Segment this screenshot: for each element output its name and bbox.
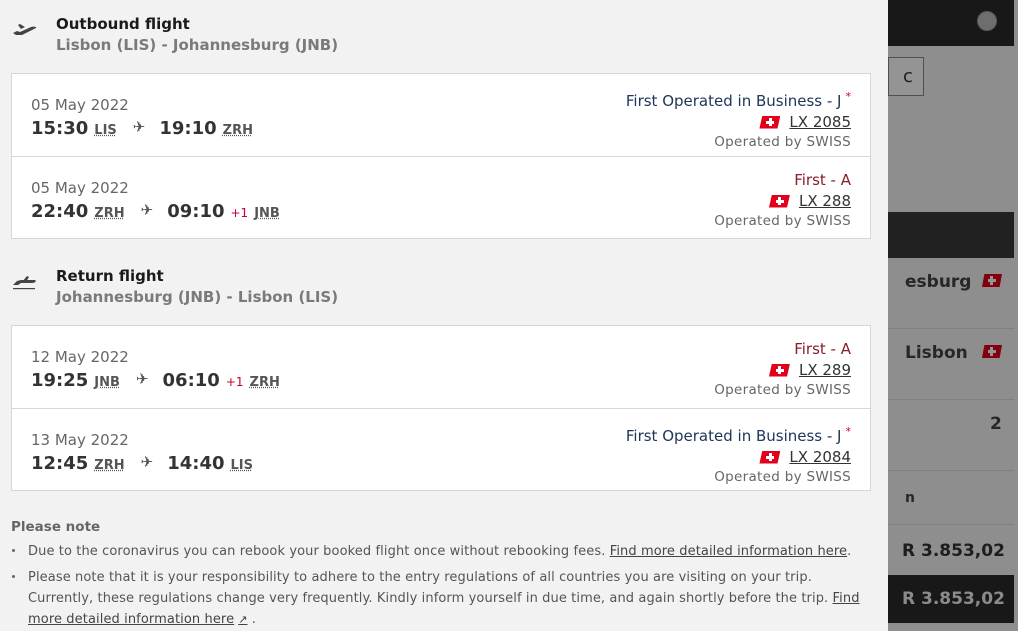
cabin-footnote-mark: * <box>845 425 852 438</box>
cabin-class: First Operated in Business - J * <box>626 422 851 446</box>
arrival-time: 19:10 <box>159 118 217 139</box>
return-card: 12 May 2022 19:25 JNB ✈ 06:10 +1 ZRH Fir… <box>11 325 871 491</box>
arrival-time: 06:10 <box>162 370 220 391</box>
segment-times: 15:30 LIS ✈ 19:10 ZRH <box>31 118 253 139</box>
flight-number[interactable]: LX 2084 <box>789 446 851 468</box>
cabin-class: First - A <box>714 339 851 359</box>
note-text: Due to the coronavirus you can rebook yo… <box>28 544 606 559</box>
segment-details: First - A LX 288 Operated by SWISS <box>714 170 851 231</box>
segment-details: First - A LX 289 Operated by SWISS <box>714 339 851 400</box>
operated-by: Operated by SWISS <box>714 469 851 485</box>
cabin-class: First Operated in Business - J * <box>626 87 851 111</box>
external-link-icon: ↗ <box>238 613 248 626</box>
flight-segment: 12 May 2022 19:25 JNB ✈ 06:10 +1 ZRH Fir… <box>12 326 870 408</box>
arrival-airport[interactable]: ZRH <box>223 123 253 138</box>
arrival-airport[interactable]: ZRH <box>250 375 280 390</box>
flight-number-link[interactable]: LX 2085 <box>626 111 851 133</box>
segment-date: 13 May 2022 <box>31 431 129 449</box>
segment-date: 05 May 2022 <box>31 179 129 197</box>
segment-details: First Operated in Business - J * LX 2084 … <box>626 422 851 487</box>
cabin-footnote-mark: * <box>845 90 852 103</box>
flight-number-link[interactable]: LX 289 <box>714 359 851 381</box>
note-item-rebooking: Due to the coronavirus you can rebook yo… <box>11 541 871 562</box>
rebooking-info-link[interactable]: Find more detailed information here <box>610 544 847 559</box>
return-header: Return flight Johannesburg (JNB) - Lisbo… <box>12 267 338 308</box>
next-day-indicator: +1 <box>225 375 244 389</box>
swiss-flag-icon <box>759 115 781 129</box>
section-title: Return flight <box>56 267 164 285</box>
swiss-flag-icon <box>768 194 790 208</box>
flight-details-panel: Outbound flight Lisbon (LIS) - Johannesb… <box>0 0 888 631</box>
operated-by: Operated by SWISS <box>714 382 851 398</box>
departure-airport[interactable]: ZRH <box>94 206 124 221</box>
flight-number[interactable]: LX 288 <box>799 190 851 212</box>
plane-arrow-icon: ✈ <box>140 201 154 219</box>
segment-details: First Operated in Business - J * LX 2085 … <box>626 87 851 152</box>
cabin-class: First - A <box>714 170 851 190</box>
departure-time: 12:45 <box>31 453 89 474</box>
please-note: Please note Due to the coronavirus you c… <box>11 519 871 631</box>
segment-times: 22:40 ZRH ✈ 09:10 +1 JNB <box>31 201 280 222</box>
plane-arrow-icon: ✈ <box>140 453 154 471</box>
departure-time: 15:30 <box>31 118 89 139</box>
flight-number[interactable]: LX 289 <box>799 359 851 381</box>
swiss-flag-icon <box>759 450 781 464</box>
note-item-entry-regulations: Please note that it is your responsibili… <box>11 567 871 630</box>
outbound-card: 05 May 2022 15:30 LIS ✈ 19:10 ZRH First … <box>11 73 871 239</box>
departure-airport[interactable]: LIS <box>94 123 116 138</box>
flight-number-link[interactable]: LX 2084 <box>626 446 851 468</box>
departure-airport[interactable]: JNB <box>94 375 120 390</box>
note-end: . <box>251 612 256 627</box>
flight-segment: 13 May 2022 12:45 ZRH ✈ 14:40 LIS First … <box>12 408 870 490</box>
section-route: Johannesburg (JNB) - Lisbon (LIS) <box>56 288 339 306</box>
plane-arrow-icon: ✈ <box>135 370 149 388</box>
section-route: Lisbon (LIS) - Johannesburg (JNB) <box>56 36 339 54</box>
overlay-dim[interactable] <box>888 0 1018 631</box>
arrival-airport[interactable]: JNB <box>254 206 280 221</box>
takeoff-icon <box>13 24 37 35</box>
section-title: Outbound flight <box>56 15 190 33</box>
segment-times: 12:45 ZRH ✈ 14:40 LIS <box>31 453 253 474</box>
note-title: Please note <box>11 519 101 535</box>
cabin-label: First Operated in Business - J <box>625 427 842 445</box>
note-end: . <box>847 544 852 559</box>
segment-date: 05 May 2022 <box>31 96 129 114</box>
swiss-flag-icon <box>768 363 790 377</box>
landing-icon <box>13 276 36 290</box>
operated-by: Operated by SWISS <box>714 213 851 229</box>
flight-number-link[interactable]: LX 288 <box>714 190 851 212</box>
cabin-label: First - A <box>794 340 851 358</box>
cabin-label: First Operated in Business - J <box>625 92 842 110</box>
arrival-time: 09:10 <box>167 201 225 222</box>
note-text: Please note that it is your responsibili… <box>28 570 829 606</box>
plane-arrow-icon: ✈ <box>132 118 146 136</box>
departure-time: 19:25 <box>31 370 89 391</box>
operated-by: Operated by SWISS <box>714 134 851 150</box>
segment-date: 12 May 2022 <box>31 348 129 366</box>
next-day-indicator: +1 <box>230 206 249 220</box>
segment-times: 19:25 JNB ✈ 06:10 +1 ZRH <box>31 370 280 391</box>
flight-segment: 05 May 2022 22:40 ZRH ✈ 09:10 +1 JNB Fir… <box>12 156 870 238</box>
cabin-label: First - A <box>794 171 851 189</box>
flight-number[interactable]: LX 2085 <box>789 111 851 133</box>
arrival-airport[interactable]: LIS <box>231 458 253 473</box>
departure-time: 22:40 <box>31 201 89 222</box>
outbound-header: Outbound flight Lisbon (LIS) - Johannesb… <box>12 15 338 56</box>
arrival-time: 14:40 <box>167 453 225 474</box>
departure-airport[interactable]: ZRH <box>94 458 124 473</box>
flight-segment: 05 May 2022 15:30 LIS ✈ 19:10 ZRH First … <box>12 74 870 156</box>
